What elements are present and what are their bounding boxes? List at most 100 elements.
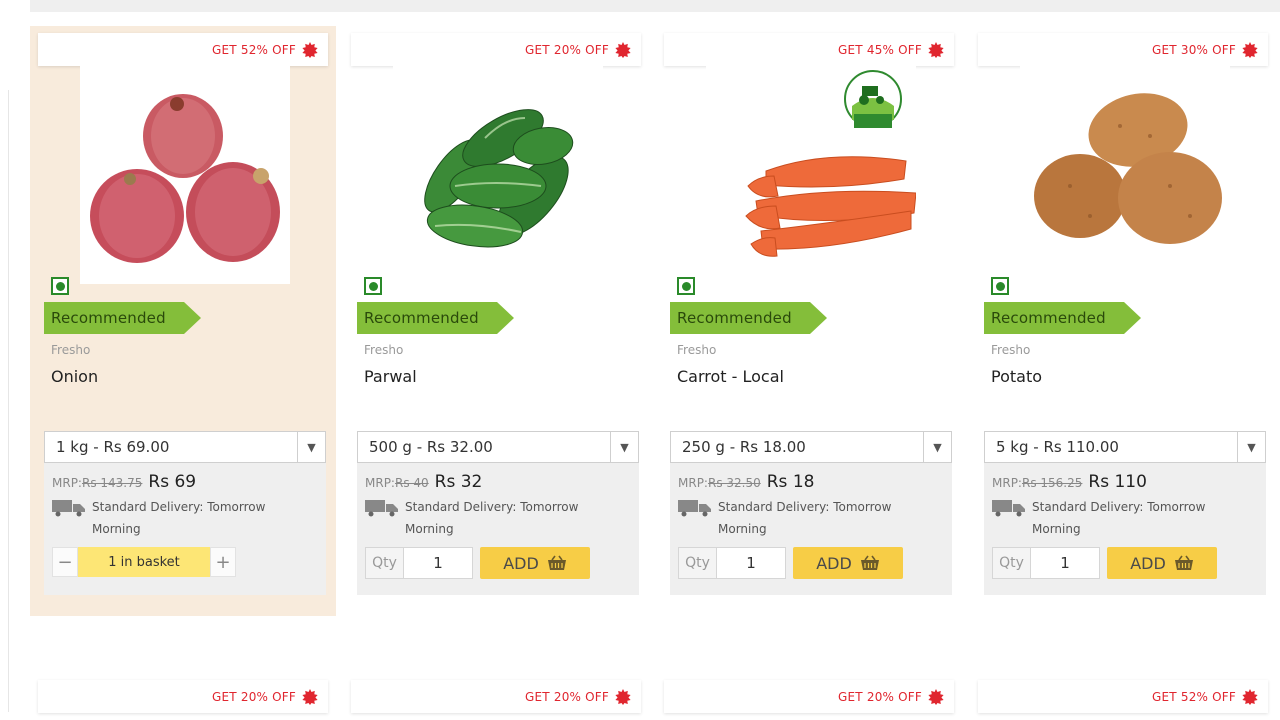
- offer-text: GET 20% OFF: [838, 689, 922, 704]
- quantity-row: Qty ADD: [678, 547, 903, 579]
- decrease-quantity-button[interactable]: −: [52, 547, 78, 577]
- recommended-tag: Recommended: [984, 302, 1141, 334]
- offer-banner: GET 52% OFF: [38, 33, 328, 66]
- product-image-parwal[interactable]: [393, 66, 603, 284]
- chevron-down-icon[interactable]: ▼: [610, 432, 638, 462]
- offer-text: GET 20% OFF: [525, 42, 609, 57]
- offer-star-icon: [928, 688, 944, 705]
- next-product-card: GET 52% OFF: [970, 680, 1276, 720]
- brand-name: Fresho: [51, 343, 91, 357]
- offer-star-icon: [928, 41, 944, 58]
- add-to-basket-button[interactable]: ADD: [793, 547, 903, 579]
- quantity-input[interactable]: [403, 547, 473, 579]
- offer-text: GET 20% OFF: [212, 689, 296, 704]
- chevron-down-icon[interactable]: ▼: [1237, 432, 1265, 462]
- mrp-value: Rs 143.75: [81, 476, 143, 490]
- chevron-down-icon[interactable]: ▼: [297, 432, 325, 462]
- product-image-onion[interactable]: [80, 66, 290, 284]
- mrp-label: MRP:: [992, 476, 1022, 490]
- basket-icon: [860, 555, 879, 570]
- product-name[interactable]: Onion: [51, 367, 98, 386]
- pack-size-select[interactable]: 5 kg - Rs 110.00 ▼: [984, 431, 1266, 463]
- recommended-tag: Recommended: [44, 302, 201, 334]
- offer-banner: GET 20% OFF: [351, 680, 641, 713]
- recommended-tag: Recommended: [670, 302, 827, 334]
- pack-size-value: 1 kg - Rs 69.00: [56, 438, 170, 456]
- recommended-tag: Recommended: [357, 302, 514, 334]
- qty-label: Qty: [365, 547, 403, 579]
- offer-star-icon: [302, 688, 318, 705]
- veg-indicator-icon: [364, 277, 382, 295]
- veg-indicator-icon: [51, 277, 69, 295]
- veg-indicator-icon: [677, 277, 695, 295]
- offer-star-icon: [615, 688, 631, 705]
- price-box: MRP: Rs 156.25 Rs 110 Standard Delivery:…: [984, 463, 1266, 595]
- pack-size-select[interactable]: 1 kg - Rs 69.00 ▼: [44, 431, 326, 463]
- add-button-label: ADD: [503, 553, 539, 573]
- offer-banner: GET 20% OFF: [664, 680, 954, 713]
- mrp-label: MRP:: [365, 476, 395, 490]
- sale-price: Rs 18: [766, 472, 815, 492]
- offer-text: GET 45% OFF: [838, 42, 922, 57]
- price-box: MRP: Rs 143.75 Rs 69 Standard Delivery: …: [44, 463, 326, 595]
- offer-star-icon: [1242, 688, 1258, 705]
- price-box: MRP: Rs 40 Rs 32 Standard Delivery: Tomo…: [357, 463, 639, 595]
- brand-name: Fresho: [364, 343, 404, 357]
- offer-text: GET 52% OFF: [212, 42, 296, 57]
- chevron-down-icon[interactable]: ▼: [923, 432, 951, 462]
- offer-star-icon: [1242, 41, 1258, 58]
- product-name[interactable]: Parwal: [364, 367, 417, 386]
- offer-banner: GET 20% OFF: [38, 680, 328, 713]
- pack-size-select[interactable]: 500 g - Rs 32.00 ▼: [357, 431, 639, 463]
- quantity-input[interactable]: [1030, 547, 1100, 579]
- basket-stepper: − 1 in basket +: [52, 547, 236, 577]
- product-name[interactable]: Potato: [991, 367, 1042, 386]
- basket-icon: [547, 555, 566, 570]
- left-divider: [8, 90, 9, 712]
- product-name[interactable]: Carrot - Local: [677, 367, 784, 386]
- qty-label: Qty: [678, 547, 716, 579]
- price-box: MRP: Rs 32.50 Rs 18 Standard Delivery: T…: [670, 463, 952, 595]
- offer-banner: GET 30% OFF: [978, 33, 1268, 66]
- sale-price: Rs 110: [1088, 472, 1147, 492]
- product-card-potato: GET 30% OFF Recommended Fresho Potato 5 …: [970, 26, 1276, 616]
- brand-name: Fresho: [677, 343, 717, 357]
- qty-label: Qty: [992, 547, 1030, 579]
- farmer-partnership-badge-icon: [844, 70, 902, 128]
- product-card-carrot: GET 45% OFF Recommended Fresho Carrot - …: [656, 26, 962, 616]
- delivery-truck-icon: [52, 500, 85, 517]
- add-button-label: ADD: [816, 553, 852, 573]
- pack-size-value: 5 kg - Rs 110.00: [996, 438, 1119, 456]
- add-to-basket-button[interactable]: ADD: [1107, 547, 1217, 579]
- product-card-parwal: GET 20% OFF Recommended Fresho Parwal 50…: [343, 26, 649, 616]
- pack-size-select[interactable]: 250 g - Rs 18.00 ▼: [670, 431, 952, 463]
- increase-quantity-button[interactable]: +: [210, 547, 236, 577]
- mrp-value: Rs 40: [394, 476, 429, 490]
- add-button-label: ADD: [1130, 553, 1166, 573]
- delivery-truck-icon: [678, 500, 711, 517]
- top-bar: [30, 0, 1280, 12]
- offer-banner: GET 52% OFF: [978, 680, 1268, 713]
- quantity-row: Qty ADD: [992, 547, 1217, 579]
- next-product-card: GET 20% OFF: [343, 680, 649, 720]
- brand-name: Fresho: [991, 343, 1031, 357]
- basket-icon: [1174, 555, 1193, 570]
- veg-indicator-icon: [991, 277, 1009, 295]
- sale-price: Rs 69: [148, 472, 197, 492]
- quantity-row: Qty ADD: [365, 547, 590, 579]
- next-product-card: GET 20% OFF: [656, 680, 962, 720]
- next-product-card: GET 20% OFF: [30, 680, 336, 720]
- delivery-info: Standard Delivery: Tomorrow Morning: [718, 500, 892, 536]
- quantity-input[interactable]: [716, 547, 786, 579]
- pack-size-value: 250 g - Rs 18.00: [682, 438, 806, 456]
- product-image-potato[interactable]: [1020, 66, 1230, 284]
- offer-banner: GET 20% OFF: [351, 33, 641, 66]
- offer-banner: GET 45% OFF: [664, 33, 954, 66]
- offer-text: GET 52% OFF: [1152, 689, 1236, 704]
- add-to-basket-button[interactable]: ADD: [480, 547, 590, 579]
- offer-star-icon: [615, 41, 631, 58]
- mrp-value: Rs 32.50: [707, 476, 761, 490]
- delivery-truck-icon: [365, 500, 398, 517]
- product-card-onion: GET 52% OFF Recommended Fresho Onion 1 k…: [30, 26, 336, 616]
- delivery-truck-icon: [992, 500, 1025, 517]
